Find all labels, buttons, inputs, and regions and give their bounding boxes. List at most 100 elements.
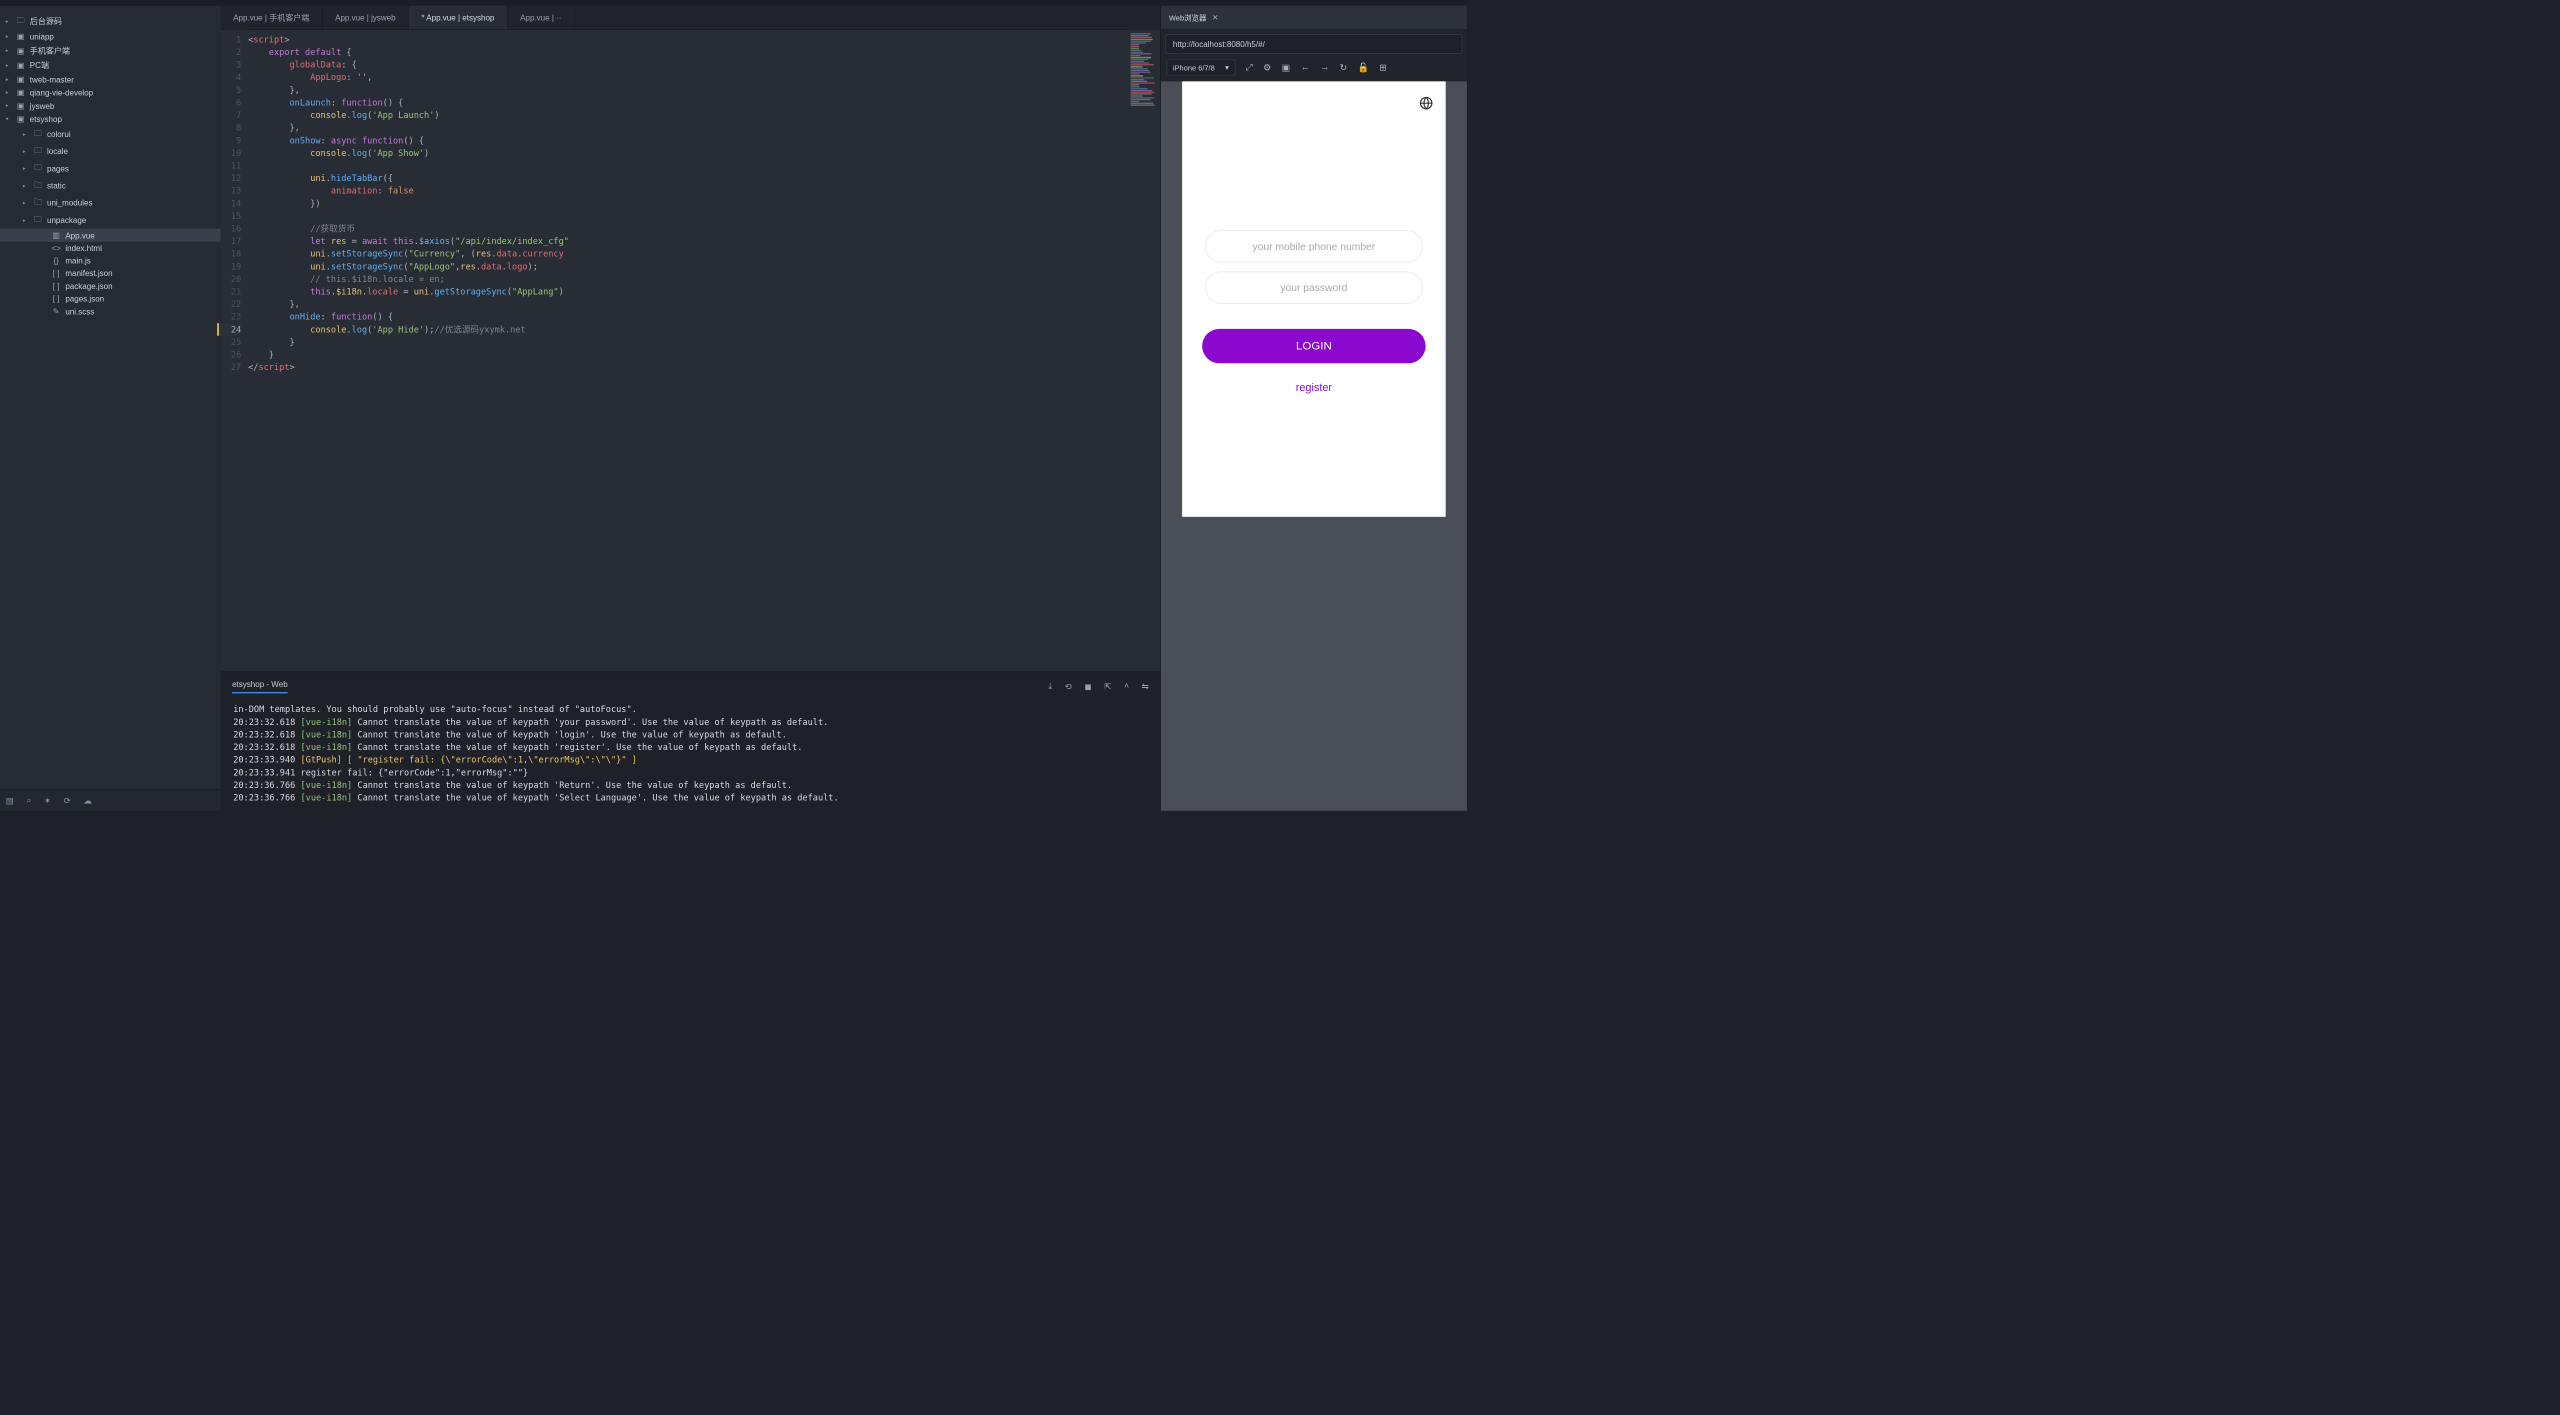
file-icon: [ ] — [52, 294, 61, 303]
file-icon: ▣ — [16, 60, 25, 70]
console-stop-icon[interactable]: ◼ — [1084, 681, 1091, 691]
file-icon: [ ] — [52, 281, 61, 290]
console-clear-icon[interactable]: ⟲ — [1065, 681, 1072, 691]
tree-label: etsyshop — [30, 114, 62, 123]
browser-tab-label: Web浏览器 — [1169, 12, 1207, 23]
login-button[interactable]: LOGIN — [1202, 329, 1425, 363]
tree-item-index-html[interactable]: <>index.html — [0, 242, 221, 255]
minimap[interactable] — [1128, 30, 1160, 672]
sync-icon[interactable]: ⟳ — [64, 795, 71, 805]
console-export-icon[interactable]: ⇱ — [1104, 681, 1111, 691]
tree-item-main-js[interactable]: {}main.js — [0, 254, 221, 267]
file-icon: ▣ — [16, 32, 25, 42]
password-input[interactable]: your password — [1205, 272, 1423, 304]
editor-tab[interactable]: App.vue | jysweb — [322, 6, 408, 29]
chevron-icon — [41, 270, 49, 276]
chevron-icon — [41, 245, 49, 251]
console-more-icon[interactable]: ⇋ — [1142, 681, 1149, 691]
chevron-icon: ▸ — [23, 148, 31, 154]
tree-label: tweb-master — [30, 75, 74, 84]
binoculars-icon[interactable]: ⌕ — [26, 795, 31, 805]
tree-label: pages.json — [65, 294, 104, 303]
chevron-icon — [41, 232, 49, 238]
file-icon: ✎ — [52, 307, 61, 317]
file-icon: ▣ — [16, 101, 25, 111]
tree-label: 手机客户端 — [30, 45, 70, 56]
tree-label: jysweb — [30, 101, 55, 110]
device-label: iPhone 6/7/8 — [1173, 63, 1215, 72]
reload-icon[interactable]: ↻ — [1340, 62, 1348, 73]
file-icon: 🗀 — [33, 196, 42, 210]
back-icon[interactable]: ← — [1301, 62, 1310, 72]
tree-item-uni_modules[interactable]: ▸🗀uni_modules — [0, 194, 221, 211]
tree-item-manifest-json[interactable]: [ ]manifest.json — [0, 267, 221, 280]
phone-viewport: your mobile phone number your password L… — [1161, 81, 1467, 810]
tree-item-pages-json[interactable]: [ ] pages.json — [0, 292, 221, 305]
editor-code[interactable]: <script> export default { globalData: { … — [248, 30, 1128, 672]
chevron-icon: ▾ — [6, 116, 14, 122]
file-icon: 🗀 — [33, 127, 42, 141]
detach-icon[interactable]: ⤢ — [1245, 62, 1252, 72]
grid-icon[interactable]: ⊞ — [1379, 62, 1387, 73]
forward-icon[interactable]: → — [1320, 62, 1329, 72]
tree-item-uni-scss[interactable]: ✎uni.scss — [0, 305, 221, 318]
tree-label: package.json — [65, 281, 112, 290]
editor-tab[interactable]: App.vue | ·· — [508, 6, 575, 29]
chevron-icon: ▸ — [6, 47, 14, 53]
terminal-icon[interactable]: ▤ — [6, 795, 14, 805]
screenshot-icon[interactable]: ▣ — [1282, 62, 1291, 73]
file-icon: ▥ — [52, 230, 61, 240]
tree-item-pages[interactable]: ▸🗀pages — [0, 160, 221, 177]
file-icon: ▣ — [16, 46, 25, 56]
file-icon: [ ] — [52, 269, 61, 278]
chevron-icon: ▸ — [23, 217, 31, 223]
tree-item-unpackage[interactable]: ▸🗀unpackage — [0, 211, 221, 228]
cloud-icon[interactable]: ☁ — [84, 795, 93, 805]
chevron-icon — [41, 258, 49, 264]
tree-item-PC-[interactable]: ▸▣PC端 — [0, 58, 221, 73]
file-icon: 🗀 — [33, 144, 42, 158]
tree-item-----[interactable]: ▸🗀后台源码 — [0, 13, 221, 30]
editor-tabs: App.vue | 手机客户端App.vue | jysweb* App.vue… — [221, 6, 1161, 30]
editor-tab[interactable]: App.vue | 手机客户端 — [221, 6, 323, 29]
tree-label: 后台源码 — [30, 15, 62, 26]
editor-gutter: 1234567891011121314151617181920212223242… — [221, 30, 249, 672]
explorer-bottom-bar: ▤ ⌕ ✶ ⟳ ☁ — [0, 789, 221, 811]
input-placeholder: your password — [1280, 282, 1347, 294]
tree-item-tweb-master[interactable]: ▸▣tweb-master — [0, 73, 221, 86]
gear-icon[interactable]: ⚙ — [1263, 62, 1271, 73]
tree-item-locale[interactable]: ▸🗀 locale — [0, 143, 221, 160]
tree-label: locale — [47, 147, 68, 156]
globe-icon[interactable] — [1419, 96, 1433, 110]
tree-item-qiang-vie-develop[interactable]: ▸▣qiang-vie-develop — [0, 86, 221, 99]
browser-tab[interactable]: Web浏览器 ✕ — [1161, 6, 1227, 29]
tree-item-static[interactable]: ▸🗀static — [0, 177, 221, 194]
register-link[interactable]: register — [1296, 382, 1332, 395]
tree-label: uniapp — [30, 32, 54, 41]
tree-item-uniapp[interactable]: ▸▣uniapp — [0, 30, 221, 43]
editor-tab[interactable]: * App.vue | etsyshop — [409, 6, 508, 29]
console-collapse-icon[interactable]: ˄ — [1124, 681, 1129, 691]
browser-address-bar[interactable] — [1165, 34, 1462, 53]
tree-label: uni_modules — [47, 198, 92, 207]
phone-number-input[interactable]: your mobile phone number — [1205, 230, 1423, 262]
tree-item-package-json[interactable]: [ ] package.json — [0, 280, 221, 293]
chevron-icon: ▸ — [23, 131, 31, 137]
tree-label: pages — [47, 164, 69, 173]
close-icon[interactable]: ✕ — [1212, 13, 1218, 22]
file-icon: {} — [52, 256, 61, 265]
chevron-icon: ▸ — [6, 76, 14, 82]
device-select[interactable]: iPhone 6/7/8 ▾ — [1167, 60, 1236, 76]
file-icon: 🗀 — [16, 14, 25, 28]
tree-item-App-vue[interactable]: ▥App.vue — [0, 229, 221, 242]
tree-item-etsyshop[interactable]: ▾▣etsyshop — [0, 112, 221, 125]
tree-item-jysweb[interactable]: ▸▣jysweb — [0, 99, 221, 112]
debug-icon[interactable]: ✶ — [44, 795, 51, 805]
tree-item------[interactable]: ▸▣ 手机客户端 — [0, 43, 221, 58]
console-lock-icon[interactable]: ⤓ — [1048, 681, 1052, 691]
console-panel: etsyshop - Web ⤓ ⟲ ◼ ⇱ ˄ ⇋ in-DOM templa… — [221, 672, 1161, 811]
tree-item-colorui[interactable]: ▸🗀colorui — [0, 125, 221, 142]
console-output[interactable]: in-DOM templates. You should probably us… — [221, 696, 1161, 811]
console-tab[interactable]: etsyshop - Web — [232, 680, 288, 694]
lock-icon[interactable]: 🔓 — [1358, 62, 1369, 73]
